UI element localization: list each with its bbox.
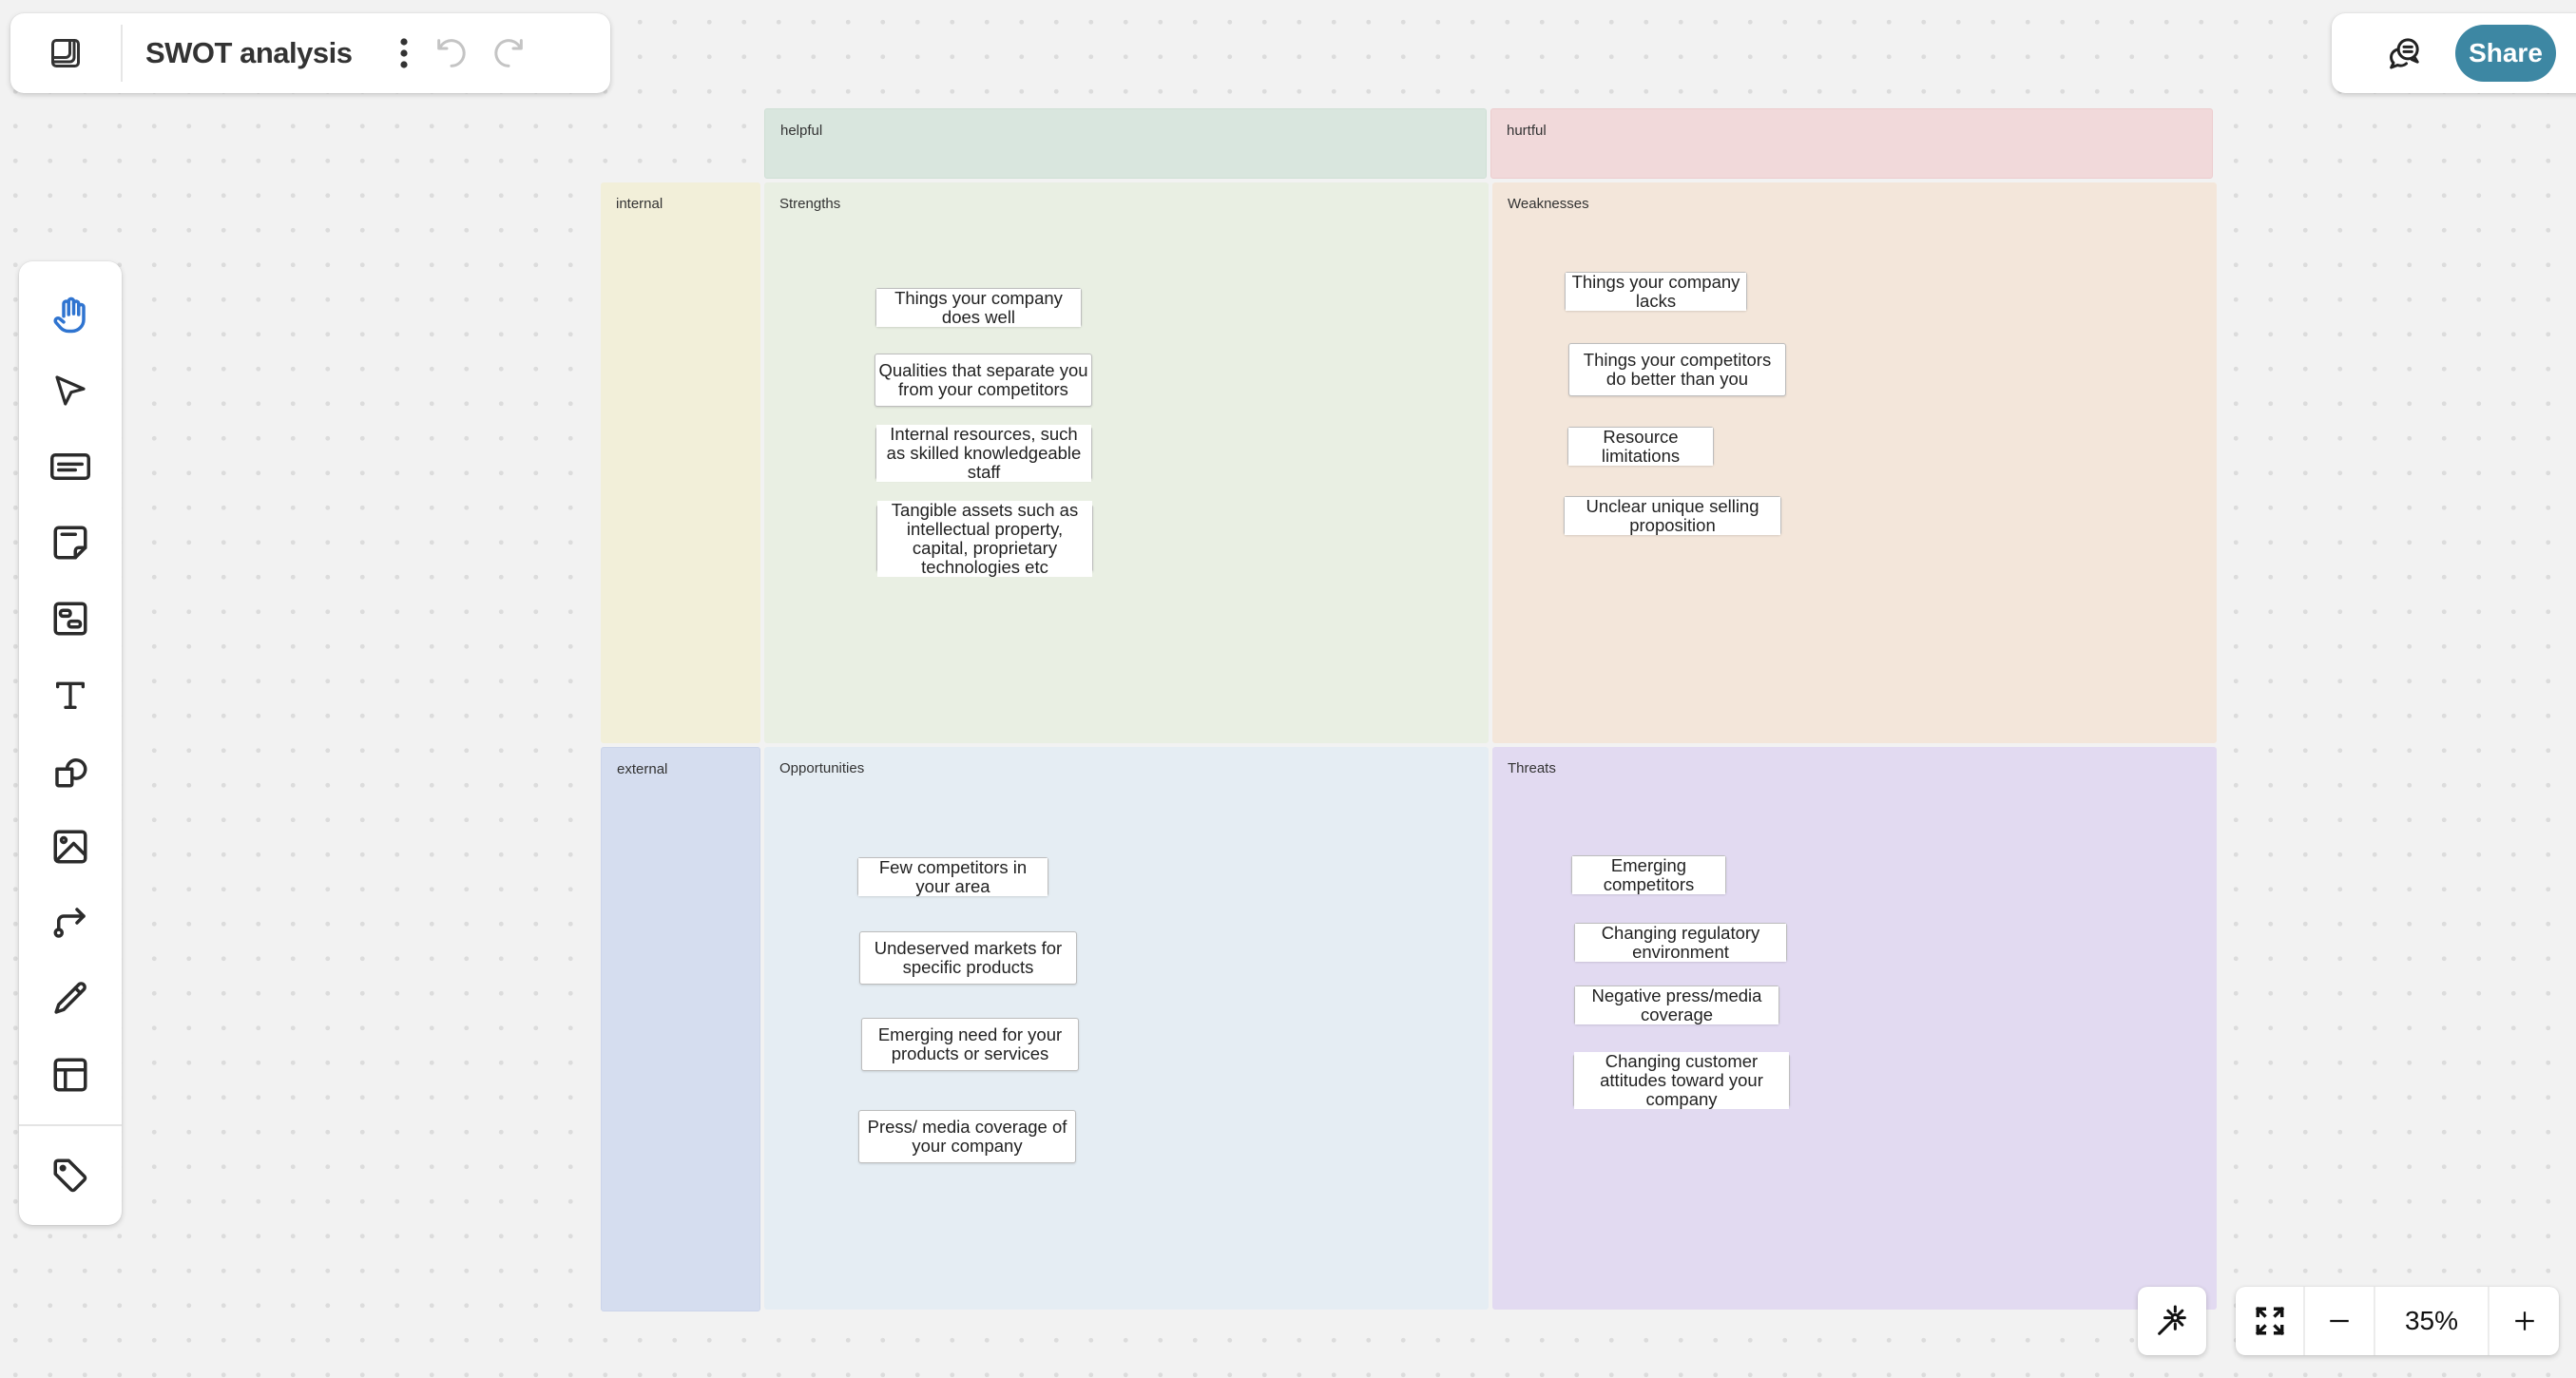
zoom-value: 35% xyxy=(2404,1306,2459,1335)
sticky-note-text: Emerging need for your products or servi… xyxy=(862,1025,1078,1063)
board-logo-icon xyxy=(51,39,80,67)
zoom-out-button[interactable] xyxy=(2305,1287,2375,1355)
sticky-note[interactable]: Unclear unique selling proposition xyxy=(1564,496,1781,535)
sticky-note-text: Few competitors in your area xyxy=(858,857,1048,896)
sticky-note[interactable]: Few competitors in your area xyxy=(857,857,1048,896)
redo-icon xyxy=(494,39,523,67)
frame-icon xyxy=(53,602,87,636)
row-header-internal[interactable]: internal xyxy=(601,182,760,743)
plus-icon xyxy=(2514,1311,2534,1330)
sticky-note-text: Resource limitations xyxy=(1568,427,1713,466)
connector-icon xyxy=(53,908,86,938)
column-header-helpful[interactable]: helpful xyxy=(764,108,1487,179)
tool-templates[interactable] xyxy=(19,1037,122,1113)
quadrant-label: Threats xyxy=(1508,760,1556,776)
sticky-note-text: Negative press/media coverage xyxy=(1575,986,1778,1024)
image-icon xyxy=(53,830,87,864)
sticky-note[interactable]: Things your company does well xyxy=(875,288,1082,327)
magic-wand-icon xyxy=(2158,1305,2186,1335)
sticky-note[interactable]: Changing regulatory environment xyxy=(1574,923,1787,962)
sticky-note-text: Internal resources, such as skilled know… xyxy=(876,425,1091,482)
sticky-note-text: Emerging competitors xyxy=(1572,855,1725,894)
sticky-note[interactable]: Press/ media coverage of your company xyxy=(858,1110,1076,1163)
more-options-button[interactable] xyxy=(385,25,423,82)
sticky-note-text: Things your competitors do better than y… xyxy=(1569,351,1785,389)
sticky-note-text: Qualities that separate you from your co… xyxy=(875,361,1091,399)
board-title[interactable]: SWOT analysis xyxy=(145,36,374,70)
sticky-note[interactable]: Resource limitations xyxy=(1567,427,1714,466)
tool-select[interactable] xyxy=(19,353,122,429)
more-vertical-icon xyxy=(400,38,408,68)
zoom-controls: 35% xyxy=(2236,1287,2559,1355)
quadrant-strengths[interactable]: Strengths xyxy=(764,182,1489,743)
quadrant-label: Strengths xyxy=(779,196,841,212)
sticky-note[interactable]: Tangible assets such as intellectual pro… xyxy=(876,500,1093,577)
card-icon xyxy=(50,453,90,480)
sticky-note[interactable]: Qualities that separate you from your co… xyxy=(875,354,1092,407)
row-header-label: external xyxy=(617,761,668,777)
tool-image[interactable] xyxy=(19,809,122,885)
sticky-note[interactable]: Emerging need for your products or servi… xyxy=(861,1018,1079,1071)
tool-tags[interactable] xyxy=(19,1138,122,1214)
tool-hand[interactable] xyxy=(19,277,122,353)
pointer-icon xyxy=(55,375,86,406)
shapes-icon xyxy=(55,758,87,788)
sticky-note-text: Press/ media coverage of your company xyxy=(859,1118,1075,1156)
sticky-note[interactable]: Emerging competitors xyxy=(1571,855,1726,894)
tool-shapes[interactable] xyxy=(19,733,122,809)
pencil-icon xyxy=(54,982,87,1014)
tool-sticky-note[interactable] xyxy=(19,505,122,581)
sticky-note[interactable]: Internal resources, such as skilled know… xyxy=(875,425,1092,482)
row-header-label: internal xyxy=(616,196,663,212)
sticky-note-text: Undeserved markets for specific products xyxy=(860,939,1076,977)
tag-icon xyxy=(53,1158,87,1193)
minus-icon xyxy=(2330,1319,2349,1323)
toolbar-divider xyxy=(19,1124,122,1126)
undo-icon xyxy=(437,39,466,67)
quadrant-threats[interactable]: Threats xyxy=(1492,747,2217,1310)
comments-button[interactable] xyxy=(2374,25,2434,82)
sticky-note-text: Unclear unique selling proposition xyxy=(1565,496,1780,535)
quadrant-label: Weaknesses xyxy=(1508,196,1589,212)
sticky-note-icon xyxy=(53,526,87,560)
text-icon xyxy=(56,681,86,709)
tool-card[interactable] xyxy=(19,429,122,505)
column-header-hurtful[interactable]: hurtful xyxy=(1490,108,2213,179)
sticky-note[interactable]: Things your company lacks xyxy=(1565,272,1747,311)
sticky-note-text: Tangible assets such as intellectual pro… xyxy=(877,500,1092,577)
zoom-level[interactable]: 35% xyxy=(2375,1287,2489,1355)
quadrant-label: Opportunities xyxy=(779,760,865,776)
undo-button[interactable] xyxy=(423,25,480,82)
layout-icon xyxy=(53,1058,87,1092)
tool-pen[interactable] xyxy=(19,961,122,1037)
tool-text[interactable] xyxy=(19,657,122,733)
share-panel: Share xyxy=(2332,13,2576,93)
sticky-note-text: Changing regulatory environment xyxy=(1575,923,1786,962)
sticky-note-text: Changing customer attitudes toward your … xyxy=(1574,1052,1789,1109)
sticky-note[interactable]: Negative press/media coverage xyxy=(1574,986,1779,1024)
fit-screen-icon xyxy=(2255,1306,2284,1336)
tool-frame[interactable] xyxy=(19,581,122,657)
hand-icon xyxy=(53,297,86,334)
tool-palette xyxy=(19,261,122,1225)
sticky-note[interactable]: Things your competitors do better than y… xyxy=(1568,343,1786,396)
zoom-in-button[interactable] xyxy=(2489,1287,2559,1355)
comments-icon xyxy=(2390,38,2419,69)
redo-button[interactable] xyxy=(480,25,537,82)
sticky-note-text: Things your company lacks xyxy=(1566,272,1746,311)
sticky-note[interactable]: Undeserved markets for specific products xyxy=(859,931,1077,985)
row-header-external[interactable]: external xyxy=(601,747,760,1311)
column-header-label: hurtful xyxy=(1507,123,1547,139)
magic-button[interactable] xyxy=(2138,1287,2206,1355)
board-header: SWOT analysis xyxy=(10,13,610,93)
share-button[interactable]: Share xyxy=(2455,25,2556,82)
fit-to-screen-button[interactable] xyxy=(2236,1287,2305,1355)
tool-connector[interactable] xyxy=(19,885,122,961)
column-header-label: helpful xyxy=(780,123,823,139)
board-logo-button[interactable] xyxy=(10,25,123,82)
sticky-note[interactable]: Changing customer attitudes toward your … xyxy=(1573,1052,1790,1109)
sticky-note-text: Things your company does well xyxy=(876,288,1081,327)
